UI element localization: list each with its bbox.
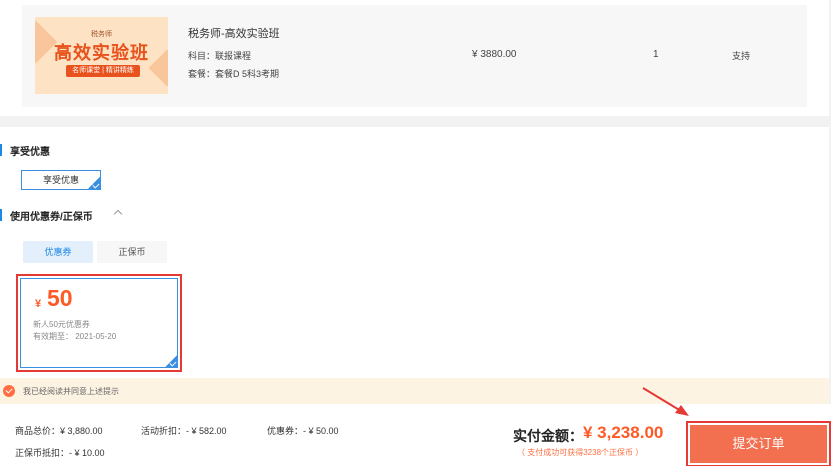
annotation-arrow-icon	[642, 387, 689, 416]
